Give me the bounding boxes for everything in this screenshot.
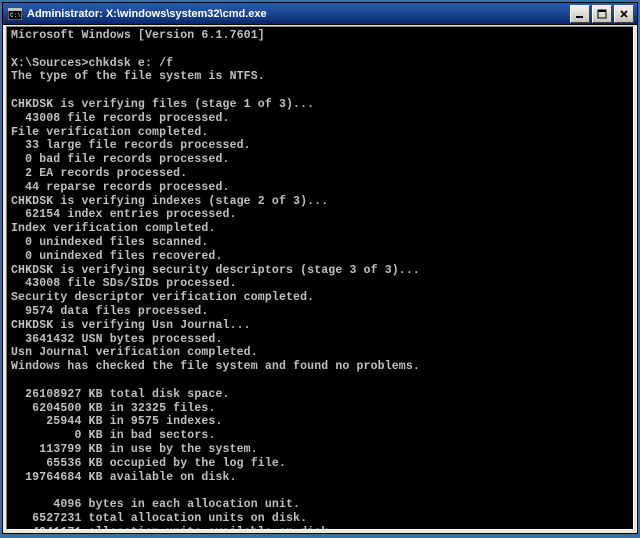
close-button[interactable] (614, 5, 634, 23)
terminal-viewport[interactable]: Microsoft Windows [Version 6.1.7601] X:\… (6, 26, 634, 530)
window-title: Administrator: X:\windows\system32\cmd.e… (27, 8, 570, 20)
window-controls (570, 5, 637, 23)
cmd-window: C:\ Administrator: X:\windows\system32\c… (2, 2, 638, 534)
terminal-output: Microsoft Windows [Version 6.1.7601] X:\… (11, 29, 629, 530)
titlebar[interactable]: C:\ Administrator: X:\windows\system32\c… (3, 3, 637, 25)
svg-text:C:\: C:\ (10, 12, 21, 19)
minimize-button[interactable] (570, 5, 590, 23)
maximize-button[interactable] (592, 5, 612, 23)
cmd-icon: C:\ (7, 6, 23, 22)
